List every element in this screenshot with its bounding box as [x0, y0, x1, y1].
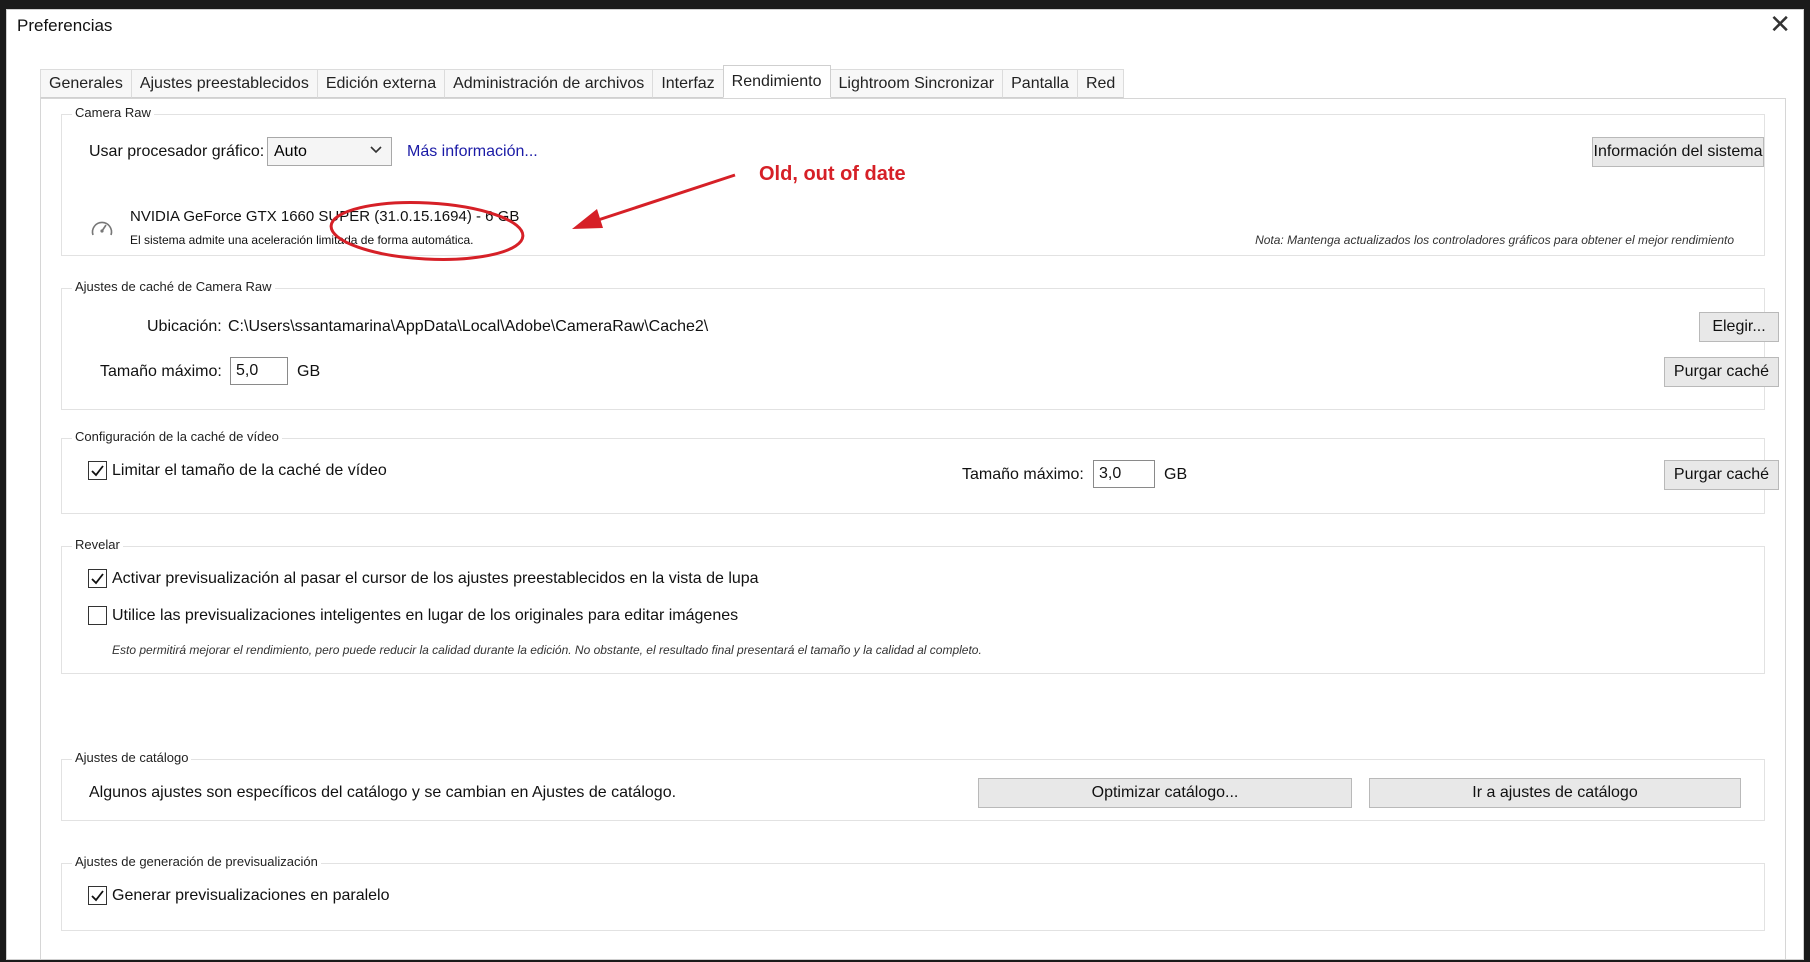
gpu-label: Usar procesador gráfico:	[89, 143, 265, 160]
cache-group-label: Ajustes de caché de Camera Raw	[72, 279, 275, 294]
preview-generation-group: Ajustes de generación de previsualizació…	[61, 854, 1765, 931]
hover-preview-label: Activar previsualización al pasar el cur…	[112, 570, 759, 587]
tab-edicion-externa[interactable]: Edición externa	[316, 69, 446, 98]
video-cache-group: Configuración de la caché de vídeo Limit…	[61, 429, 1779, 514]
video-cache-unit: GB	[1164, 466, 1188, 483]
tab-bar: Generales Ajustes preestablecidos Edició…	[40, 65, 1125, 98]
optimize-catalog-button[interactable]: Optimizar catálogo...	[978, 778, 1352, 808]
chevron-down-icon	[369, 143, 383, 162]
window-title: Preferencias	[17, 16, 113, 35]
gpu-select-value: Auto	[274, 142, 307, 160]
tab-generales[interactable]: Generales	[40, 69, 132, 98]
tab-rendimiento[interactable]: Rendimiento	[722, 65, 831, 98]
preview-generation-group-label: Ajustes de generación de previsualizació…	[72, 854, 321, 869]
cache-max-size-input[interactable]	[230, 357, 288, 385]
smart-previews-checkbox[interactable]	[88, 606, 107, 625]
tab-ajustes-preestablecidos[interactable]: Ajustes preestablecidos	[130, 69, 318, 98]
close-icon[interactable]: ✕	[1769, 12, 1791, 38]
preferences-window: Preferencias ✕ Generales Ajustes preesta…	[6, 9, 1804, 960]
performance-panel: Camera Raw Usar procesador gráfico: Auto…	[40, 98, 1786, 959]
tab-red[interactable]: Red	[1076, 69, 1125, 98]
smart-previews-label: Utilice las previsualizaciones inteligen…	[112, 607, 739, 624]
purge-cache-button[interactable]: Purgar caché	[1664, 357, 1779, 387]
annotation-text: Old, out of date	[759, 163, 906, 185]
tab-interfaz[interactable]: Interfaz	[652, 69, 724, 98]
cache-location-label: Ubicación:	[147, 318, 222, 335]
goto-catalog-settings-button[interactable]: Ir a ajustes de catálogo	[1369, 778, 1741, 808]
video-max-size-input[interactable]	[1093, 460, 1155, 488]
more-info-link[interactable]: Más información...	[407, 143, 538, 161]
camera-raw-group: Camera Raw Usar procesador gráfico: Auto…	[61, 105, 1765, 256]
cache-max-size-label: Tamaño máximo:	[100, 363, 222, 380]
cache-location-value: C:\Users\ssantamarina\AppData\Local\Adob…	[228, 318, 709, 335]
catalog-text: Algunos ajustes son específicos del catá…	[89, 784, 677, 801]
tab-pantalla[interactable]: Pantalla	[1002, 69, 1078, 98]
catalog-group-label: Ajustes de catálogo	[72, 750, 192, 765]
driver-note: Nota: Mantenga actualizados los controla…	[1255, 233, 1734, 247]
gpu-select[interactable]: Auto	[267, 137, 392, 166]
gpu-name: NVIDIA GeForce GTX 1660 SUPER (31.0.15.1…	[130, 208, 520, 225]
speedometer-icon	[90, 218, 114, 243]
limit-video-cache-label: Limitar el tamaño de la caché de vídeo	[112, 462, 387, 479]
gpu-support-text: El sistema admite una aceleración limita…	[130, 233, 474, 247]
parallel-previews-checkbox[interactable]	[88, 886, 107, 905]
limit-video-cache-checkbox[interactable]	[88, 461, 107, 480]
tab-administracion-archivos[interactable]: Administración de archivos	[444, 69, 654, 98]
video-cache-group-label: Configuración de la caché de vídeo	[72, 429, 282, 444]
smart-previews-note: Esto permitirá mejorar el rendimiento, p…	[112, 643, 982, 657]
camera-raw-group-label: Camera Raw	[72, 105, 154, 120]
parallel-previews-label: Generar previsualizaciones en paralelo	[112, 887, 390, 904]
catalog-group: Ajustes de catálogo Algunos ajustes son …	[61, 750, 1765, 821]
purge-video-cache-button[interactable]: Purgar caché	[1664, 460, 1779, 490]
system-info-button[interactable]: Información del sistema	[1592, 137, 1764, 167]
hover-preview-checkbox[interactable]	[88, 569, 107, 588]
video-max-size-label: Tamaño máximo:	[962, 466, 1084, 483]
camera-raw-cache-group: Ajustes de caché de Camera Raw Ubicación…	[61, 279, 1779, 410]
develop-group-label: Revelar	[72, 537, 123, 552]
cache-unit: GB	[297, 363, 321, 380]
tab-lightroom-sincronizar[interactable]: Lightroom Sincronizar	[829, 69, 1004, 98]
choose-cache-location-button[interactable]: Elegir...	[1699, 312, 1779, 342]
develop-group: Revelar Activar previsualización al pasa…	[61, 537, 1765, 674]
